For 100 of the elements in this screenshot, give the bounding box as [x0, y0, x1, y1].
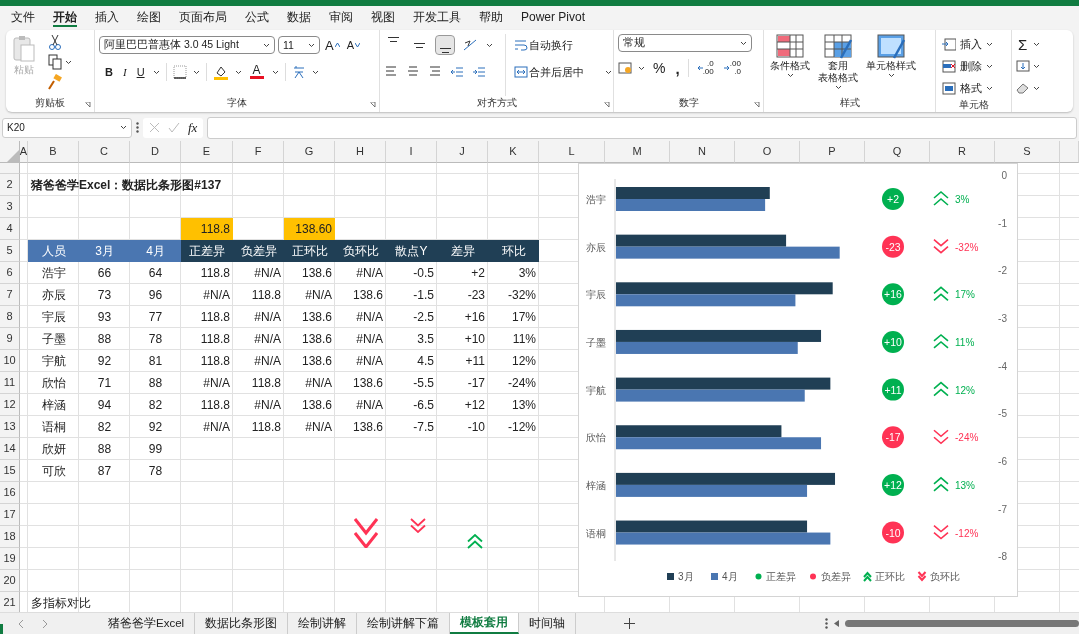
caret-icon[interactable]: [638, 65, 645, 71]
caret-icon[interactable]: [152, 69, 160, 75]
caret-icon[interactable]: [311, 69, 319, 75]
menu-tab[interactable]: 页面布局: [170, 7, 236, 27]
row-header[interactable]: 2: [0, 173, 20, 196]
style-button[interactable]: 套用 表格格式: [816, 34, 860, 96]
column-header[interactable]: G: [284, 140, 335, 163]
increase-font-button[interactable]: A: [323, 36, 342, 54]
column-header[interactable]: C: [79, 140, 130, 163]
menu-tab[interactable]: 帮助: [470, 7, 512, 27]
column-header[interactable]: S: [995, 140, 1060, 163]
fill-down-icon[interactable]: [1016, 60, 1030, 72]
cells-button[interactable]: 删除: [940, 56, 995, 76]
caret-icon[interactable]: [1033, 63, 1040, 69]
format-painter-icon[interactable]: [48, 74, 62, 90]
row-header[interactable]: 5: [0, 239, 20, 262]
column-header[interactable]: J: [437, 140, 488, 163]
caret-icon[interactable]: [986, 41, 993, 47]
row-header[interactable]: 21: [0, 591, 20, 612]
row-header[interactable]: 3: [0, 195, 20, 218]
comma-button[interactable]: ,: [673, 58, 682, 78]
scroll-left-icon[interactable]: [834, 620, 840, 627]
number-format-dropdown[interactable]: 常规: [618, 34, 752, 52]
row-header[interactable]: 11: [0, 371, 20, 394]
caret-icon[interactable]: [986, 63, 993, 69]
font-name-dropdown[interactable]: 阿里巴巴普惠体 3.0 45 Light: [99, 36, 275, 54]
row-header[interactable]: 6: [0, 261, 20, 284]
column-header[interactable]: R: [930, 140, 995, 163]
style-button[interactable]: 单元格样式: [864, 34, 918, 96]
column-header[interactable]: Q: [865, 140, 930, 163]
caret-icon[interactable]: [786, 73, 794, 78]
menu-tab[interactable]: Power Pivot: [512, 7, 595, 27]
menu-tab[interactable]: 视图: [362, 7, 404, 27]
vertical-align-button[interactable]: [436, 36, 454, 54]
horizontal-scrollbar[interactable]: [845, 620, 1079, 627]
column-header[interactable]: I: [386, 140, 437, 163]
dialog-launcher-icon[interactable]: [370, 102, 376, 108]
border-icon[interactable]: [172, 65, 187, 79]
caret-icon[interactable]: [192, 69, 200, 75]
dialog-launcher-icon[interactable]: [754, 102, 760, 108]
italic-button[interactable]: I: [120, 65, 129, 79]
decrease-font-button[interactable]: A: [344, 38, 362, 52]
wrap-text-button[interactable]: 自动换行: [512, 34, 614, 56]
percent-button[interactable]: %: [651, 59, 668, 77]
row-header[interactable]: 8: [0, 305, 20, 328]
name-box[interactable]: K20: [2, 117, 132, 138]
caret-icon[interactable]: [308, 42, 315, 48]
menu-tab[interactable]: 插入: [86, 7, 128, 27]
column-header[interactable]: N: [670, 140, 735, 163]
column-header[interactable]: D: [130, 140, 181, 163]
row-header[interactable]: 12: [0, 393, 20, 416]
column-header[interactable]: P: [800, 140, 865, 163]
menu-tab[interactable]: 绘图: [128, 7, 170, 27]
caret-icon[interactable]: [1033, 41, 1041, 47]
caret-icon[interactable]: [263, 42, 270, 48]
menu-tab[interactable]: 数据: [278, 7, 320, 27]
caret-icon[interactable]: [486, 42, 493, 48]
caret-icon[interactable]: [1033, 85, 1040, 91]
row-header[interactable]: 18: [0, 525, 20, 548]
row-header[interactable]: 10: [0, 349, 20, 372]
row-header[interactable]: 4: [0, 217, 20, 240]
row-header[interactable]: 17: [0, 503, 20, 526]
font-color-button[interactable]: A: [247, 64, 266, 80]
accounting-format-icon[interactable]: [618, 62, 632, 74]
insert-function-button[interactable]: fx: [188, 119, 198, 136]
column-header[interactable]: L: [539, 140, 605, 163]
menu-tab[interactable]: 公式: [236, 7, 278, 27]
caret-icon[interactable]: [65, 59, 72, 65]
font-size-dropdown[interactable]: 11: [278, 36, 320, 54]
merge-center-button[interactable]: 合并后居中: [512, 61, 614, 83]
caret-icon[interactable]: [986, 85, 993, 91]
autosum-button[interactable]: Σ: [1016, 34, 1043, 54]
bold-button[interactable]: B: [103, 65, 115, 79]
sheet-tab[interactable]: 绘制讲解: [288, 613, 358, 634]
row-header[interactable]: 20: [0, 569, 20, 592]
row-header[interactable]: 16: [0, 481, 20, 504]
row-header[interactable]: 15: [0, 459, 20, 482]
menu-tab[interactable]: 开始: [44, 7, 86, 27]
menu-tab[interactable]: 开发工具: [404, 7, 470, 27]
column-header[interactable]: M: [605, 140, 670, 163]
caret-icon[interactable]: [605, 69, 612, 75]
caret-icon[interactable]: [271, 69, 279, 75]
sheet-tab[interactable]: 数据比条形图: [195, 613, 289, 634]
text-orientation-icon[interactable]: [462, 38, 478, 52]
sheet-tab[interactable]: 模板套用: [450, 613, 520, 634]
cells-button[interactable]: 格式: [940, 78, 995, 98]
column-header[interactable]: B: [28, 140, 79, 163]
scissors-icon[interactable]: [48, 34, 62, 50]
dialog-launcher-icon[interactable]: [85, 102, 91, 108]
eraser-icon[interactable]: [1016, 82, 1030, 94]
column-header[interactable]: H: [335, 140, 386, 163]
increase-decimal-button[interactable]: .0 .00: [694, 60, 716, 76]
cells-button[interactable]: 插入: [940, 34, 995, 54]
dialog-launcher-icon[interactable]: [604, 102, 610, 108]
menu-tab[interactable]: 审阅: [320, 7, 362, 27]
add-sheet-icon[interactable]: [624, 618, 636, 629]
align-text-icon[interactable]: [406, 65, 420, 79]
style-button[interactable]: 条件格式: [768, 34, 812, 96]
row-header[interactable]: 19: [0, 547, 20, 570]
menu-tab[interactable]: 文件: [2, 7, 44, 27]
